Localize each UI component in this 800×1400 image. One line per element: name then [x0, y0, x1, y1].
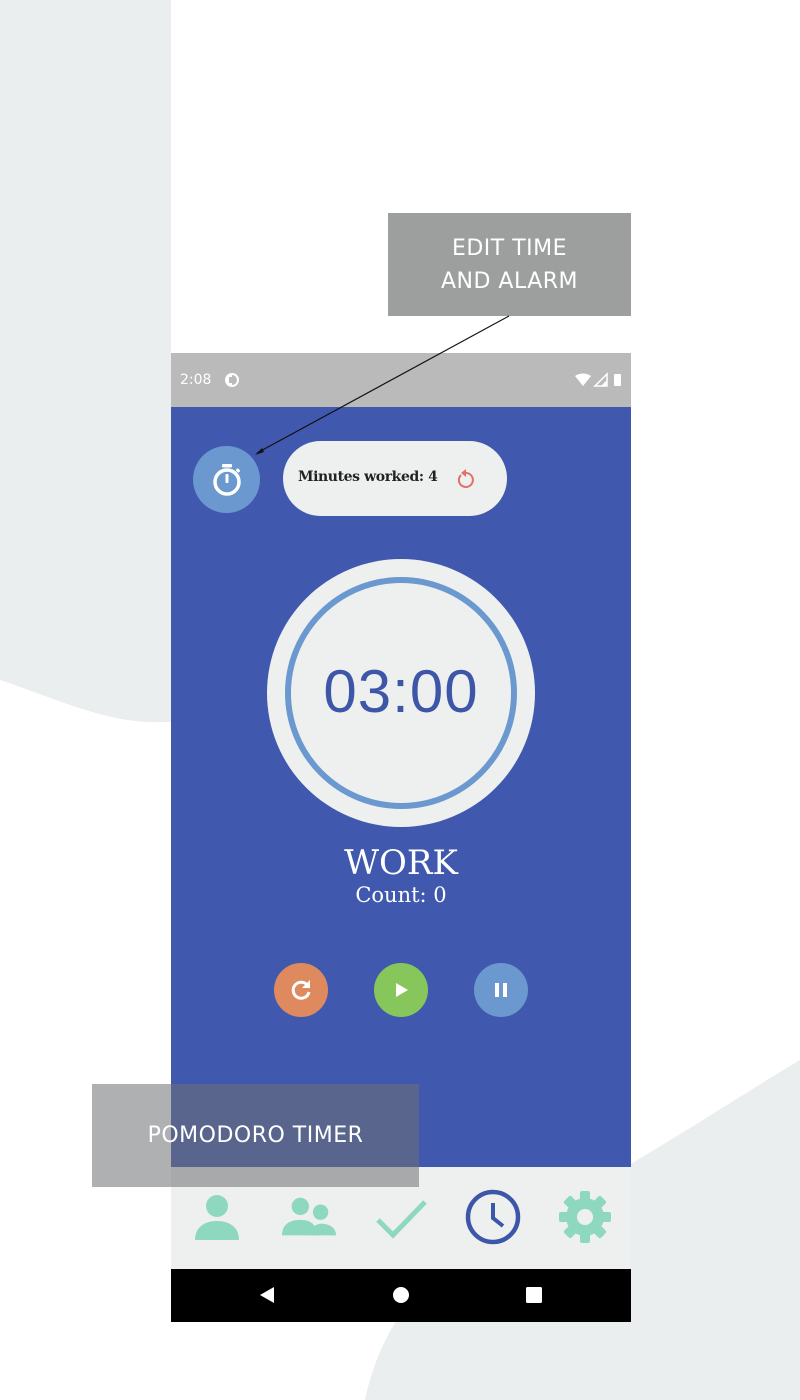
timer-dial: 03:00 [267, 559, 535, 827]
stopwatch-icon [212, 463, 241, 496]
minutes-worked-pill: Minutes worked: 4 [283, 441, 507, 516]
app-content: Minutes worked: 4 03:00 WORK Count: 0 [171, 407, 631, 1167]
gear-icon [559, 1191, 611, 1243]
pause-button[interactable] [474, 963, 528, 1017]
clock-icon [465, 1189, 521, 1245]
edit-time-callout: EDIT TIME AND ALARM [388, 213, 631, 316]
status-time: 2:08 [180, 372, 212, 388]
edit-time-button[interactable] [193, 446, 260, 513]
home-button[interactable] [389, 1283, 413, 1307]
home-icon [393, 1287, 409, 1303]
nav-profile[interactable] [189, 1189, 245, 1245]
recents-button[interactable] [522, 1283, 546, 1307]
battery-icon [614, 374, 621, 386]
back-button[interactable] [255, 1283, 279, 1307]
nav-timer[interactable] [465, 1189, 521, 1245]
status-bar: 2:08 [171, 353, 631, 407]
refresh-icon [291, 980, 311, 1000]
pomodoro-callout-label: POMODORO TIMER [147, 1123, 364, 1148]
system-navigation-bar [171, 1269, 631, 1322]
nav-settings[interactable] [557, 1189, 613, 1245]
mode-label: WORK [344, 843, 458, 883]
back-icon [260, 1287, 274, 1303]
group-icon [281, 1197, 337, 1236]
callout-line-1: EDIT TIME [451, 235, 568, 261]
pomodoro-timer-callout: POMODORO TIMER [92, 1084, 419, 1187]
recents-icon [526, 1287, 542, 1303]
count-label: Count: 0 [355, 883, 447, 907]
play-icon [396, 983, 408, 997]
play-button[interactable] [374, 963, 428, 1017]
wifi-icon [575, 373, 591, 386]
callout-line-2: AND ALARM [440, 268, 579, 294]
nav-tasks[interactable] [373, 1189, 429, 1245]
check-icon [376, 1200, 427, 1239]
nav-group[interactable] [281, 1189, 337, 1245]
notification-icon [225, 373, 239, 387]
timer-display: 03:00 [323, 658, 479, 725]
person-icon [195, 1195, 239, 1240]
pause-icon [495, 983, 507, 997]
restart-button[interactable] [274, 963, 328, 1017]
minutes-worked-label: Minutes worked: 4 [298, 469, 438, 485]
status-icons [575, 372, 621, 387]
reset-icon[interactable] [455, 468, 477, 490]
